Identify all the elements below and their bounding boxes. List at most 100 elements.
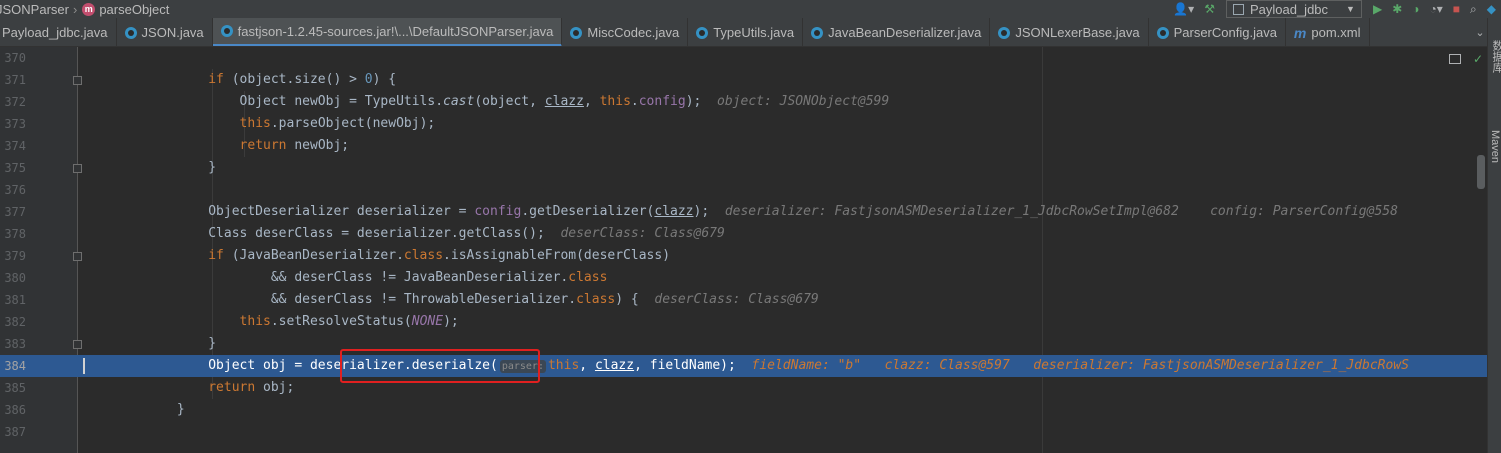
run-configuration-select[interactable]: Payload_jdbc ▼ bbox=[1225, 0, 1362, 18]
line-number: 379 bbox=[4, 249, 26, 263]
tab-json-lexer-base[interactable]: JSONLexerBase.java bbox=[990, 18, 1149, 46]
line-number: 385 bbox=[4, 381, 26, 395]
tab-label: JSONLexerBase.java bbox=[1015, 25, 1140, 40]
line-number: 373 bbox=[4, 117, 26, 131]
tab-payload-jdbc[interactable]: Payload_jdbc.java bbox=[0, 18, 117, 46]
line-number: 386 bbox=[4, 403, 26, 417]
tab-json[interactable]: JSON.java bbox=[117, 18, 213, 46]
code-line[interactable]: 381 && deserClass != ThrowableDeserializ… bbox=[0, 289, 1487, 311]
fold-marker-icon[interactable] bbox=[73, 340, 82, 349]
fold-marker-icon[interactable] bbox=[73, 76, 82, 85]
update-icon[interactable]: ◆ bbox=[1487, 2, 1496, 16]
code-text: this.parseObject(newObj); bbox=[239, 116, 436, 131]
line-number: 387 bbox=[4, 425, 26, 439]
coverage-icon[interactable]: ◑ bbox=[1412, 2, 1419, 16]
code-text: && deserClass != JavaBeanDeserializer.cl… bbox=[83, 270, 608, 285]
class-file-icon bbox=[1156, 26, 1169, 39]
tab-type-utils[interactable]: TypeUtils.java bbox=[688, 18, 804, 46]
tab-label: fastjson-1.2.45-sources.jar!\...\Default… bbox=[237, 23, 554, 39]
code-line[interactable]: 387 bbox=[0, 421, 1487, 443]
tab-label: Payload_jdbc.java bbox=[2, 25, 108, 40]
code-line[interactable]: 377 ObjectDeserializer deserializer = co… bbox=[0, 201, 1487, 223]
build-hammer-icon[interactable]: ⚒ bbox=[1204, 2, 1215, 16]
search-icon[interactable]: ⌕ bbox=[1470, 2, 1477, 17]
code-line[interactable]: 383 } bbox=[0, 333, 1487, 355]
tab-pom-xml[interactable]: m pom.xml bbox=[1286, 18, 1370, 46]
code-line[interactable]: 372 Object newObj = TypeUtils.cast(objec… bbox=[0, 91, 1487, 113]
debug-icon[interactable]: ✱ bbox=[1392, 2, 1402, 16]
editor-tab-bar: Payload_jdbc.java JSON.java fastjson-1.2… bbox=[0, 18, 1487, 47]
tab-misc-codec[interactable]: MiscCodec.java bbox=[562, 18, 689, 46]
tab-label: TypeUtils.java bbox=[713, 25, 795, 40]
line-number: 384 bbox=[4, 359, 26, 373]
line-number: 377 bbox=[4, 205, 26, 219]
code-line[interactable]: 385 return obj; bbox=[0, 377, 1487, 399]
code-text: Object obj = deserializer.deserialze(par… bbox=[83, 358, 1409, 373]
breadcrumb-method[interactable]: parseObject bbox=[99, 2, 169, 17]
class-file-icon bbox=[998, 26, 1011, 39]
tab-label: ParserConfig.java bbox=[1173, 25, 1277, 40]
debug-inline-value: deserializer: FastjsonASMDeserializer_1_… bbox=[1033, 358, 1409, 373]
debug-inline-value: object: JSONObject@599 bbox=[717, 94, 890, 109]
reader-mode-icon[interactable] bbox=[1448, 54, 1461, 64]
tab-default-json-parser[interactable]: fastjson-1.2.45-sources.jar!\...\Default… bbox=[212, 18, 563, 46]
code-line[interactable]: 386 } bbox=[0, 399, 1487, 421]
code-line[interactable]: 371 if (object.size() > 0) { bbox=[0, 69, 1487, 91]
debug-inline-value: clazz: Class@597 bbox=[884, 358, 1010, 373]
class-file-icon bbox=[570, 26, 583, 39]
debug-inline-value: fieldName: "b" bbox=[751, 358, 862, 373]
tab-label: JavaBeanDeserializer.java bbox=[828, 25, 982, 40]
chevron-down-icon: ▼ bbox=[1346, 4, 1355, 14]
code-line[interactable]: 375 } bbox=[0, 157, 1487, 179]
line-number: 371 bbox=[4, 73, 26, 87]
highlight-annotation-box bbox=[340, 349, 540, 383]
run-icon[interactable]: ▶ bbox=[1373, 2, 1382, 16]
maven-panel-button[interactable]: Maven bbox=[1489, 130, 1501, 163]
debug-inline-value: deserClass: Class@679 bbox=[560, 226, 725, 241]
method-icon: m bbox=[82, 2, 96, 16]
user-icon[interactable]: 👤▾ bbox=[1173, 2, 1194, 16]
current-execution-line[interactable]: 384 Object obj = deserializer.deserialze… bbox=[0, 355, 1487, 377]
profile-icon[interactable]: ◔▾ bbox=[1430, 2, 1443, 16]
tab-label: MiscCodec.java bbox=[587, 25, 680, 40]
code-line[interactable]: 382 this.setResolveStatus(NONE); bbox=[0, 311, 1487, 333]
database-panel-button[interactable]: 数据库 bbox=[1489, 40, 1501, 73]
stop-icon[interactable]: ■ bbox=[1453, 2, 1460, 16]
debug-inline-value: deserializer: FastjsonASMDeserializer_1_… bbox=[724, 204, 1179, 219]
main-toolbar: 👤▾ ⚒ Payload_jdbc ▼ ▶ ✱ ◑ ◔▾ ■ ⌕ ◆ bbox=[1168, 0, 1501, 18]
code-line[interactable]: 378 Class deserClass = deserializer.getC… bbox=[0, 223, 1487, 245]
line-number: 376 bbox=[4, 183, 26, 197]
line-number: 372 bbox=[4, 95, 26, 109]
line-number: 374 bbox=[4, 139, 26, 153]
run-config-icon bbox=[1232, 3, 1244, 15]
line-number: 375 bbox=[4, 161, 26, 175]
code-text: } bbox=[83, 336, 217, 351]
run-configuration-label: Payload_jdbc bbox=[1249, 1, 1329, 17]
inspection-ok-check-icon[interactable]: ✓ bbox=[1473, 53, 1483, 65]
code-text: Object newObj = TypeUtils.cast(object, c… bbox=[83, 94, 890, 109]
tab-label: JSON.java bbox=[141, 25, 204, 40]
fold-marker-icon[interactable] bbox=[73, 164, 82, 173]
breadcrumb-class[interactable]: JSONParser bbox=[0, 2, 69, 17]
code-line[interactable]: 380 && deserClass != JavaBeanDeserialize… bbox=[0, 267, 1487, 289]
class-file-icon bbox=[811, 26, 824, 39]
line-number: 378 bbox=[4, 227, 26, 241]
code-editor[interactable]: 370 371 if (object.size() > 0) { 372 Obj… bbox=[0, 47, 1487, 453]
tab-parser-config[interactable]: ParserConfig.java bbox=[1149, 18, 1286, 46]
code-line[interactable]: 374 return newObj; bbox=[0, 135, 1487, 157]
line-number: 380 bbox=[4, 271, 26, 285]
class-file-icon bbox=[124, 26, 137, 39]
code-line[interactable]: 379 if (JavaBeanDeserializer.class.isAss… bbox=[0, 245, 1487, 267]
tab-overflow-chevron-icon[interactable]: ⌄ bbox=[1473, 18, 1487, 47]
vertical-scrollbar-thumb[interactable] bbox=[1477, 155, 1485, 189]
code-line[interactable]: 376 bbox=[0, 179, 1487, 201]
line-number: 381 bbox=[4, 293, 26, 307]
code-text: if (JavaBeanDeserializer.class.isAssigna… bbox=[208, 248, 671, 263]
code-line[interactable]: 373 this.parseObject(newObj); bbox=[0, 113, 1487, 135]
code-text: this.setResolveStatus(NONE); bbox=[239, 314, 459, 329]
tab-java-bean-deserializer[interactable]: JavaBeanDeserializer.java bbox=[803, 18, 991, 46]
code-line[interactable]: 370 bbox=[0, 47, 1487, 69]
fold-marker-icon[interactable] bbox=[73, 252, 82, 261]
